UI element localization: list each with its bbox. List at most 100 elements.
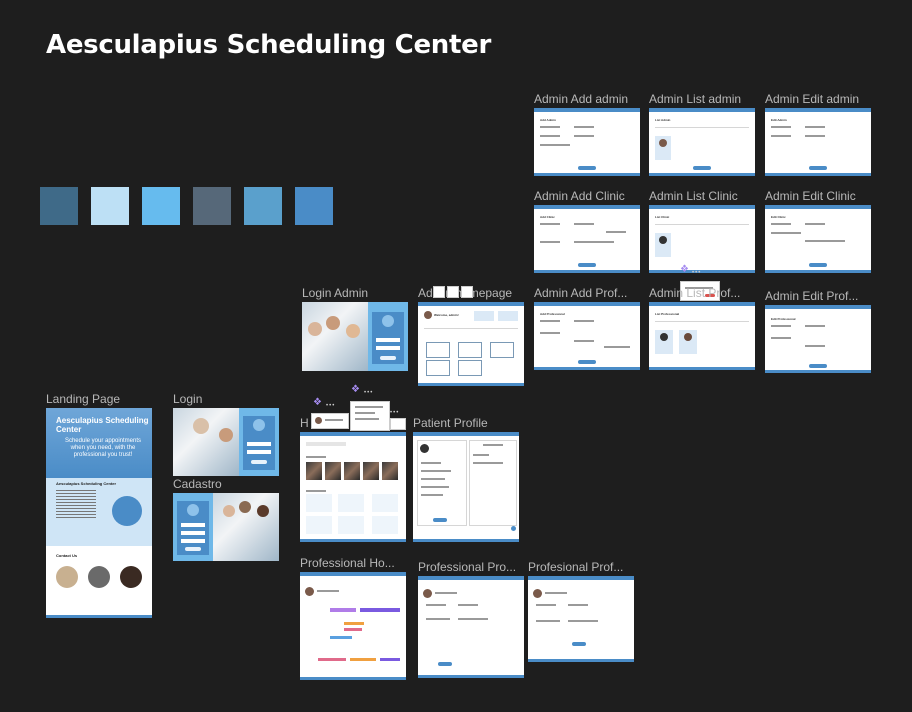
frame-label-patient-profile[interactable]: Patient Profile	[413, 416, 488, 430]
form-field	[540, 241, 560, 243]
form-field	[771, 223, 791, 225]
form-field	[805, 135, 825, 137]
input-field	[247, 442, 271, 446]
frame-heading: Add Professional	[540, 312, 565, 316]
professional-photo	[363, 462, 379, 480]
chat-button	[511, 526, 516, 531]
frame-professional-profile-edit[interactable]	[528, 576, 634, 662]
frame-login[interactable]	[173, 408, 279, 476]
frame-patient-profile[interactable]	[413, 432, 519, 542]
frame-label-landing-page[interactable]: Landing Page	[46, 392, 120, 406]
frame-admin-edit-clinic[interactable]: Edit Clinic	[765, 205, 871, 273]
color-swatch[interactable]	[40, 187, 78, 225]
frame-admin-add-prof[interactable]: Add Professional	[534, 302, 640, 370]
frame-heading: Add Clinic	[540, 215, 555, 219]
profile-field	[421, 462, 441, 464]
frame-label-admin-edit-admin[interactable]: Admin Edit admin	[765, 92, 859, 106]
frame-admin-list-clinic[interactable]: List Clinic	[649, 205, 755, 273]
form-field	[540, 126, 560, 128]
search-bar	[655, 224, 749, 225]
calendar-event	[330, 636, 352, 639]
frame-label-admin-add-clinic[interactable]: Admin Add Clinic	[534, 189, 625, 203]
form-field	[805, 325, 825, 327]
popup-thumbnail[interactable]	[311, 413, 349, 429]
frame-admin-add-admin[interactable]: Add Admin	[534, 108, 640, 176]
frame-label-admin-list-admin[interactable]: Admin List admin	[649, 92, 741, 106]
frame-admin-edit-admin[interactable]: Edit Admin	[765, 108, 871, 176]
color-swatch[interactable]	[91, 187, 129, 225]
prototype-flow-icon[interactable]: ❖	[351, 384, 360, 395]
clinic-logo	[112, 496, 142, 526]
register-button	[185, 547, 201, 551]
overlay-chip[interactable]	[433, 286, 445, 298]
specialty-card	[306, 494, 332, 512]
navbar	[649, 205, 755, 209]
profile-name	[435, 592, 457, 594]
frame-label-admin-add-prof[interactable]: Admin Add Prof...	[534, 286, 627, 300]
frame-label-profesional-prof[interactable]: Profesional Prof...	[528, 560, 623, 574]
appointment-item	[473, 462, 503, 464]
popup-thumbnail[interactable]	[350, 401, 390, 431]
frame-landing-page[interactable]: Aesculapius Scheduling Center Schedule y…	[46, 408, 152, 618]
popup-thumbnail[interactable]	[390, 418, 406, 430]
frame-heading: Edit Admin	[771, 118, 787, 122]
color-swatch[interactable]	[193, 187, 231, 225]
frame-admin-homepage[interactable]: Welcome, admin!	[418, 302, 524, 386]
navbar	[413, 432, 519, 436]
specialty-card	[372, 494, 398, 512]
form-field	[771, 135, 791, 137]
about-text	[56, 490, 96, 520]
footer	[418, 383, 524, 386]
color-swatch[interactable]	[295, 187, 333, 225]
frame-admin-list-prof[interactable]: List Professional	[649, 302, 755, 370]
frame-label-professional-pro[interactable]: Professional Pro...	[418, 560, 516, 574]
frame-label-login-admin[interactable]: Login Admin	[302, 286, 368, 300]
doctor-figure	[326, 316, 340, 330]
frame-cadastro[interactable]	[173, 493, 279, 561]
frame-label-admin-edit-clinic[interactable]: Admin Edit Clinic	[765, 189, 856, 203]
profile-field	[421, 478, 445, 480]
frame-label-admin-add-admin[interactable]: Admin Add admin	[534, 92, 628, 106]
navbar	[765, 108, 871, 112]
calendar-event	[360, 608, 400, 612]
profile-field	[458, 604, 478, 606]
calendar-event	[344, 628, 362, 631]
color-swatch[interactable]	[244, 187, 282, 225]
avatar	[315, 417, 322, 424]
doctor-figure	[219, 428, 233, 442]
prototype-flow-icon[interactable]: ❖	[313, 397, 322, 408]
frame-label-professional-home[interactable]: Professional Ho...	[300, 556, 395, 570]
prototype-dots: •••	[692, 270, 702, 276]
overlay-chip[interactable]	[461, 286, 473, 298]
frame-home[interactable]	[300, 432, 406, 542]
stat-card	[498, 311, 518, 321]
form-field	[805, 345, 825, 347]
frame-admin-list-admin[interactable]: List Admin	[649, 108, 755, 176]
frame-label-cadastro[interactable]: Cadastro	[173, 477, 222, 491]
prototype-flow-icon[interactable]: ❖	[680, 264, 689, 275]
frame-admin-edit-prof[interactable]: Edit Professional	[765, 305, 871, 373]
frame-label-login[interactable]: Login	[173, 392, 202, 406]
frame-label-admin-list-prof[interactable]: Admin List Prof...	[649, 286, 740, 300]
form-field	[805, 240, 845, 242]
frame-admin-add-clinic[interactable]: Add Clinic	[534, 205, 640, 273]
overlay-chip[interactable]	[447, 286, 459, 298]
divider	[424, 328, 518, 329]
search-bar	[655, 127, 749, 128]
frame-label-home[interactable]: H	[300, 416, 309, 430]
logo-icon	[253, 419, 265, 431]
navbar	[534, 108, 640, 112]
contact-title: Contact Us	[56, 553, 78, 558]
navbar	[418, 302, 524, 306]
hero-title: Aesculapius Scheduling Center	[56, 416, 149, 434]
appointments-title	[483, 444, 503, 446]
form-field	[574, 223, 594, 225]
frame-heading: List Clinic	[655, 215, 670, 219]
color-swatch[interactable]	[142, 187, 180, 225]
frame-professional-home[interactable]	[300, 572, 406, 680]
frame-professional-profile[interactable]	[418, 576, 524, 678]
frame-label-admin-edit-prof[interactable]: Admin Edit Prof...	[765, 289, 858, 303]
frame-label-admin-list-clinic[interactable]: Admin List Clinic	[649, 189, 738, 203]
footer	[649, 367, 755, 370]
frame-login-admin[interactable]	[302, 302, 408, 371]
